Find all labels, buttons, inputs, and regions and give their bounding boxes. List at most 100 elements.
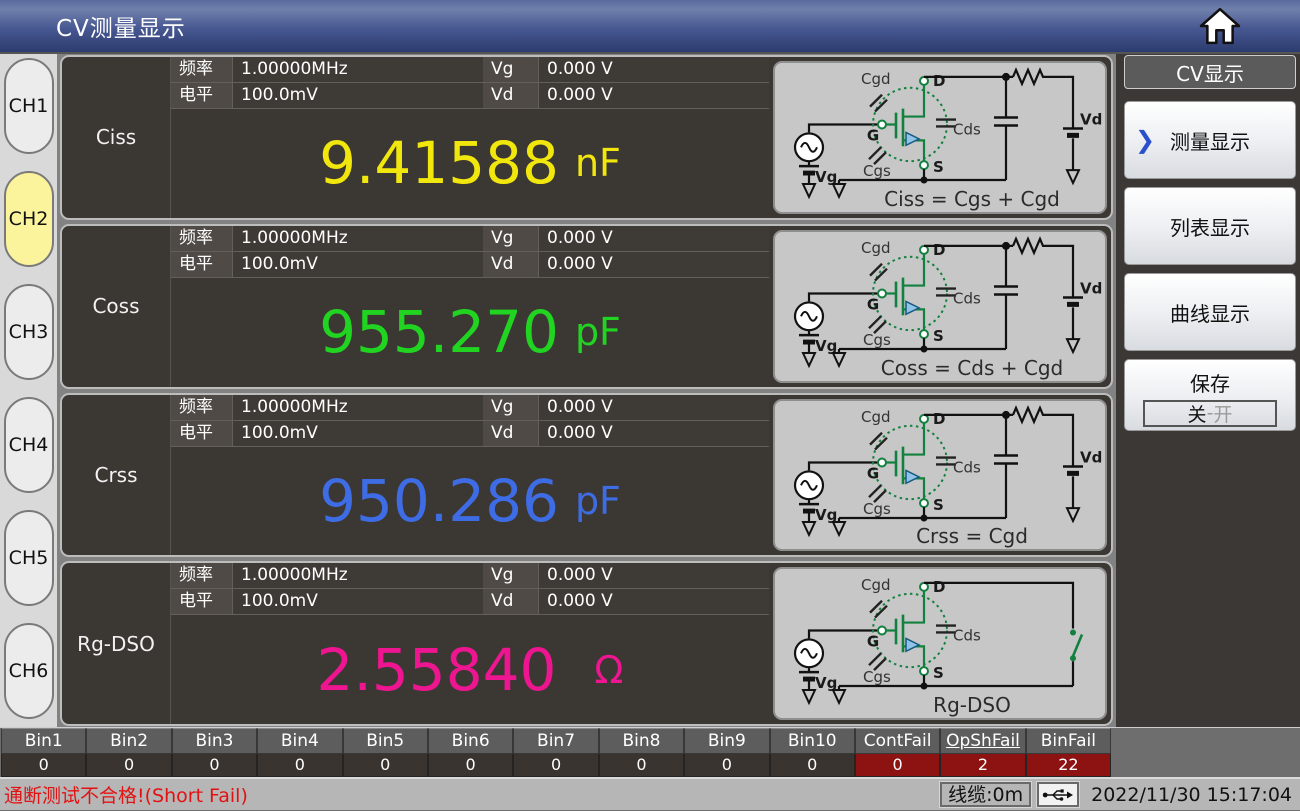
vg-value: 0.000 V [539, 395, 769, 421]
channel-button-ch5[interactable]: CH5 [4, 510, 54, 606]
circuit-label-s: S [933, 158, 944, 176]
value-unit: Ω [594, 648, 623, 692]
vg-label: Vg [483, 395, 539, 421]
vg-label: Vg [483, 226, 539, 252]
channel-button-ch3[interactable]: CH3 [4, 284, 54, 380]
value-unit: pF [575, 310, 621, 354]
measured-value: 2.55840 Ω [171, 615, 769, 724]
value-unit: pF [575, 479, 621, 523]
usb-icon [1042, 788, 1074, 802]
circuit-diagram-coss: VgGDSCgdCdsCgsVd Coss = Cds + Cgd [773, 230, 1107, 383]
bin-count: 0 [172, 754, 257, 777]
main-layout: CH1 CH2 CH3 CH4 CH5 CH6 Ciss 频率 1.00000M… [0, 54, 1300, 727]
vg-value: 0.000 V [539, 563, 769, 589]
measured-value: 9.41588 nF [171, 109, 769, 218]
toggle-off-label: 关 [1188, 400, 1207, 427]
bin-header: Bin3 [172, 728, 257, 754]
value-number: 2.55840 [317, 636, 557, 704]
menu-button-curve-display[interactable]: 曲线显示 [1124, 273, 1296, 351]
home-icon[interactable] [1198, 6, 1242, 46]
bin-column: BinFail22 [1026, 728, 1111, 777]
vd-value: 0.000 V [539, 589, 769, 615]
vg-label: Vg [483, 563, 539, 589]
vg-value: 0.000 V [539, 57, 769, 83]
freq-label: 频率 [171, 226, 233, 252]
circuit-label-cds: Cds [953, 289, 981, 307]
bin-count: 0 [855, 754, 940, 777]
bin-column: Bin10 [1, 728, 86, 777]
vd-value: 0.000 V [539, 252, 769, 278]
datetime-display: 2022/11/30 15:17:04 [1091, 784, 1292, 806]
bin-count: 0 [86, 754, 171, 777]
channel-button-ch2[interactable]: CH2 [4, 171, 54, 267]
bin-column: Bin60 [428, 728, 513, 777]
bin-header: Bin10 [770, 728, 855, 754]
panel-readout: 频率 1.00000MHz Vg 0.000 V 电平 100.0mV Vd 0… [170, 57, 769, 218]
save-off-on-toggle[interactable]: 关 - 开 [1143, 400, 1277, 427]
bin-header: Bin4 [257, 728, 342, 754]
freq-value: 1.00000MHz [233, 57, 483, 83]
bin-column: Bin30 [172, 728, 257, 777]
measurement-panels: Ciss 频率 1.00000MHz Vg 0.000 V 电平 100.0mV… [57, 54, 1116, 727]
circuit-label-s: S [933, 664, 944, 682]
vd-label: Vd [483, 252, 539, 278]
title-bar: CV测量显示 [0, 0, 1300, 54]
freq-value: 1.00000MHz [233, 395, 483, 421]
channel-button-ch1[interactable]: CH1 [4, 58, 54, 154]
measurement-conditions: 频率 1.00000MHz Vg 0.000 V 电平 100.0mV Vd 0… [171, 563, 769, 615]
value-number: 9.41588 [319, 129, 559, 197]
bin-column: ContFail0 [855, 728, 940, 777]
value-number: 950.286 [319, 467, 559, 535]
circuit-label-cgd: Cgd [861, 576, 890, 594]
circuit-label-cds: Cds [953, 458, 981, 476]
bin-column: Bin40 [257, 728, 342, 777]
level-value: 100.0mV [233, 589, 483, 615]
menu-header: CV显示 [1124, 55, 1296, 89]
bin-count: 0 [343, 754, 428, 777]
bin-result-table: Bin10 Bin20 Bin30 Bin40 Bin50 Bin60 Bin7… [0, 727, 1300, 777]
panel-ciss: Ciss 频率 1.00000MHz Vg 0.000 V 电平 100.0mV… [60, 55, 1113, 220]
panel-readout: 频率 1.00000MHz Vg 0.000 V 电平 100.0mV Vd 0… [170, 395, 769, 556]
menu-button-measure-display[interactable]: ❯ 测量显示 [1124, 101, 1296, 179]
value-number: 955.270 [319, 298, 559, 366]
bin-column: Bin100 [770, 728, 855, 777]
channel-button-ch6[interactable]: CH6 [4, 623, 54, 719]
circuit-label-cgd: Cgd [861, 70, 890, 88]
bin-column: Bin80 [599, 728, 684, 777]
circuit-label-cgd: Cgd [861, 239, 890, 257]
menu-button-label: 曲线显示 [1170, 298, 1250, 327]
bin-header: Bin8 [599, 728, 684, 754]
circuit-caption: Coss = Cds + Cgd [847, 356, 1097, 380]
measurement-conditions: 频率 1.00000MHz Vg 0.000 V 电平 100.0mV Vd 0… [171, 226, 769, 278]
circuit-label-vd: Vd [1080, 448, 1102, 466]
right-menu: CV显示 ❯ 测量显示 列表显示 曲线显示 保存 关 - 开 [1116, 54, 1300, 727]
alarm-message: 通断测试不合格!(Short Fail) [4, 781, 248, 808]
circuit-caption: Ciss = Cgs + Cgd [847, 187, 1097, 211]
panel-title: Ciss [62, 57, 170, 218]
freq-label: 频率 [171, 563, 233, 589]
circuit-caption: Rg-DSO [847, 693, 1097, 717]
menu-button-label: 列表显示 [1170, 212, 1250, 241]
save-label: 保存 [1190, 368, 1230, 397]
circuit-label-cgs: Cgs [863, 162, 891, 180]
circuit-label-cgs: Cgs [863, 331, 891, 349]
level-label: 电平 [171, 589, 233, 615]
panel-readout: 频率 1.00000MHz Vg 0.000 V 电平 100.0mV Vd 0… [170, 226, 769, 387]
menu-button-save[interactable]: 保存 关 - 开 [1124, 359, 1296, 431]
circuit-label-cds: Cds [953, 627, 981, 645]
panel-rg-dso: Rg-DSO 频率 1.00000MHz Vg 0.000 V 电平 100.0… [60, 561, 1113, 726]
measured-value: 955.270 pF [171, 278, 769, 387]
vg-value: 0.000 V [539, 226, 769, 252]
freq-label: 频率 [171, 57, 233, 83]
bin-header: Bin5 [343, 728, 428, 754]
bin-column: Bin20 [86, 728, 171, 777]
level-value: 100.0mV [233, 252, 483, 278]
bin-header: Bin6 [428, 728, 513, 754]
channel-button-ch4[interactable]: CH4 [4, 397, 54, 493]
level-label: 电平 [171, 83, 233, 109]
menu-button-list-display[interactable]: 列表显示 [1124, 187, 1296, 265]
vd-value: 0.000 V [539, 421, 769, 447]
bin-header: ContFail [855, 728, 940, 754]
panel-coss: Coss 频率 1.00000MHz Vg 0.000 V 电平 100.0mV… [60, 224, 1113, 389]
circuit-label-d: D [933, 409, 945, 427]
